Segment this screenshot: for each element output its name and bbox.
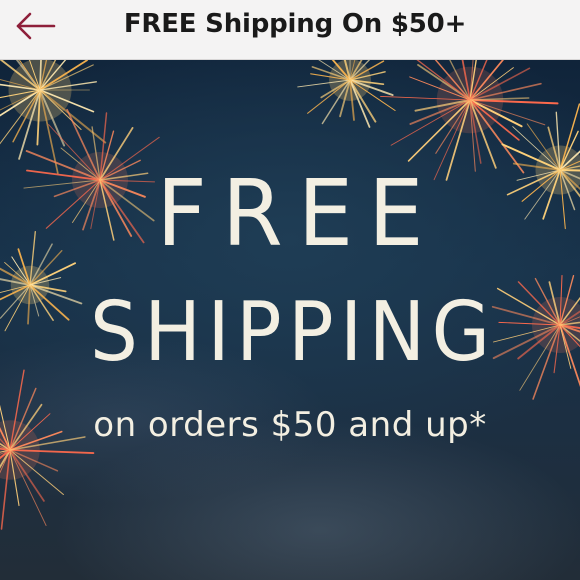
promo-banner[interactable]: FREE SHIPPING on orders $50 and up* [0,60,580,580]
banner-headline-shipping: SHIPPING [89,285,497,380]
arrow-left-icon [16,12,56,40]
top-nav-bar: FREE Shipping On $50+ [0,0,580,60]
firework-burst [297,60,396,128]
back-button[interactable] [10,6,62,46]
page-title: FREE Shipping On $50+ [123,9,467,39]
banner-headline-free: FREE [156,160,439,267]
firework-burst [0,369,95,530]
banner-subline: on orders $50 and up* [93,405,487,445]
